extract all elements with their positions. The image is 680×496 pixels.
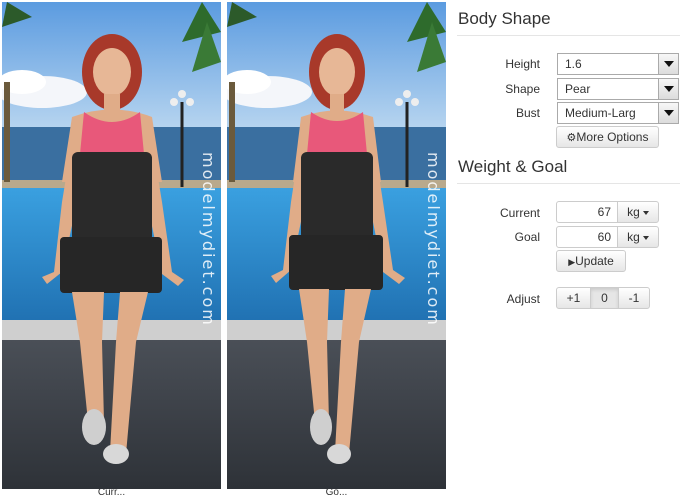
current-unit-dropdown[interactable]: kg xyxy=(617,201,659,223)
watermark-text: modelmydiet.com xyxy=(424,152,443,327)
divider xyxy=(457,35,680,36)
current-weight-label: Current xyxy=(499,206,540,220)
goal-model-panel: modelmydiet.com xyxy=(227,2,446,489)
goal-unit-label: kg xyxy=(627,230,640,244)
height-select-value: 1.6 xyxy=(565,57,582,71)
shape-label: Shape xyxy=(505,82,540,96)
shape-select-value: Pear xyxy=(565,82,591,96)
adjust-plus-one-button[interactable]: +1 xyxy=(556,287,591,309)
divider xyxy=(457,183,680,184)
goal-model-image xyxy=(227,2,446,489)
adjust-label: Adjust xyxy=(506,292,540,306)
gear-icon: ⚙ xyxy=(566,132,577,144)
goal-unit-dropdown[interactable]: kg xyxy=(617,226,659,248)
shape-select[interactable]: Pear xyxy=(557,78,679,100)
chevron-down-icon xyxy=(658,103,678,123)
bust-label: Bust xyxy=(515,106,540,120)
adjust-minus-one-button[interactable]: -1 xyxy=(618,287,650,309)
caret-down-icon xyxy=(642,210,649,215)
current-model-image xyxy=(2,2,221,489)
bust-select[interactable]: Medium-Larg xyxy=(557,102,679,124)
update-button[interactable]: ▶Update xyxy=(556,250,626,272)
more-options-button[interactable]: ⚙More Options xyxy=(556,126,659,148)
current-model-caption: Curr... xyxy=(97,489,126,496)
more-options-label: More Options xyxy=(576,130,649,144)
goal-weight-label: Goal xyxy=(514,230,540,244)
body-shape-heading: Body Shape xyxy=(458,9,551,28)
chevron-down-icon xyxy=(658,79,678,99)
weight-goal-heading: Weight & Goal xyxy=(458,157,568,176)
height-label: Height xyxy=(505,57,540,71)
caret-down-icon xyxy=(642,235,649,240)
goal-weight-input[interactable]: 60 xyxy=(556,226,618,248)
current-model-panel: modelmydiet.com xyxy=(2,2,221,489)
current-weight-input[interactable]: 67 xyxy=(556,201,618,223)
adjust-zero-button[interactable]: 0 xyxy=(590,287,619,309)
update-label: Update xyxy=(575,254,614,268)
goal-model-caption: Go... xyxy=(325,489,348,496)
chevron-down-icon xyxy=(658,54,678,74)
height-select[interactable]: 1.6 xyxy=(557,53,679,75)
watermark-text: modelmydiet.com xyxy=(199,152,218,327)
current-unit-label: kg xyxy=(627,205,640,219)
bust-select-value: Medium-Larg xyxy=(565,106,636,120)
